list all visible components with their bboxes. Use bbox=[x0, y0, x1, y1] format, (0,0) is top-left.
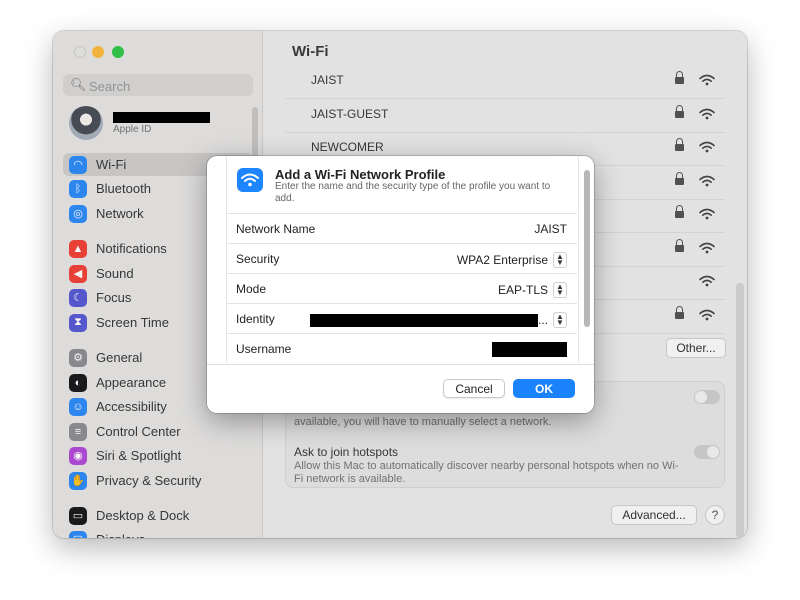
cancel-button[interactable]: Cancel bbox=[443, 379, 505, 398]
mode-row: Mode EAP-TLS ▲ ▼ bbox=[226, 273, 577, 304]
chevron-updown-icon: ▲ ▼ bbox=[553, 312, 567, 328]
dialog-title: Add a Wi-Fi Network Profile bbox=[275, 167, 446, 182]
security-row: Security WPA2 Enterprise ▲ ▼ bbox=[226, 243, 577, 274]
username-label: Username bbox=[236, 342, 292, 356]
security-select[interactable]: WPA2 Enterprise ▲ ▼ bbox=[457, 252, 567, 268]
identity-select[interactable]: ... ▲ ▼ bbox=[309, 312, 567, 328]
mode-select[interactable]: EAP-TLS ▲ ▼ bbox=[498, 282, 567, 298]
network-name-label: Network Name bbox=[236, 222, 316, 236]
dialog-scrollbar[interactable] bbox=[584, 170, 590, 327]
ok-button[interactable]: OK bbox=[513, 379, 575, 398]
chevron-updown-icon: ▲ ▼ bbox=[553, 282, 567, 298]
add-network-profile-dialog: Add a Wi-Fi Network Profile Enter the na… bbox=[207, 156, 594, 413]
identity-row: Identity ... ▲ ▼ bbox=[226, 303, 577, 334]
mode-value: EAP-TLS bbox=[497, 283, 548, 297]
network-name-row: Network Name JAIST bbox=[226, 213, 577, 244]
chevron-updown-icon: ▲ ▼ bbox=[553, 252, 567, 268]
wifi-icon bbox=[237, 168, 263, 192]
identity-ellipsis: ... bbox=[537, 313, 548, 327]
redacted-username bbox=[492, 342, 567, 357]
username-row: Username bbox=[226, 333, 577, 364]
security-value: WPA2 Enterprise bbox=[456, 253, 548, 267]
network-name-field[interactable]: JAIST bbox=[534, 222, 567, 236]
mode-label: Mode bbox=[236, 282, 267, 296]
security-label: Security bbox=[236, 252, 280, 266]
identity-label: Identity bbox=[236, 312, 275, 326]
dialog-footer: Cancel OK bbox=[207, 364, 594, 413]
username-field[interactable] bbox=[492, 342, 567, 357]
dialog-subtitle: Enter the name and the security type of … bbox=[275, 181, 551, 204]
redacted-identity bbox=[309, 313, 538, 327]
